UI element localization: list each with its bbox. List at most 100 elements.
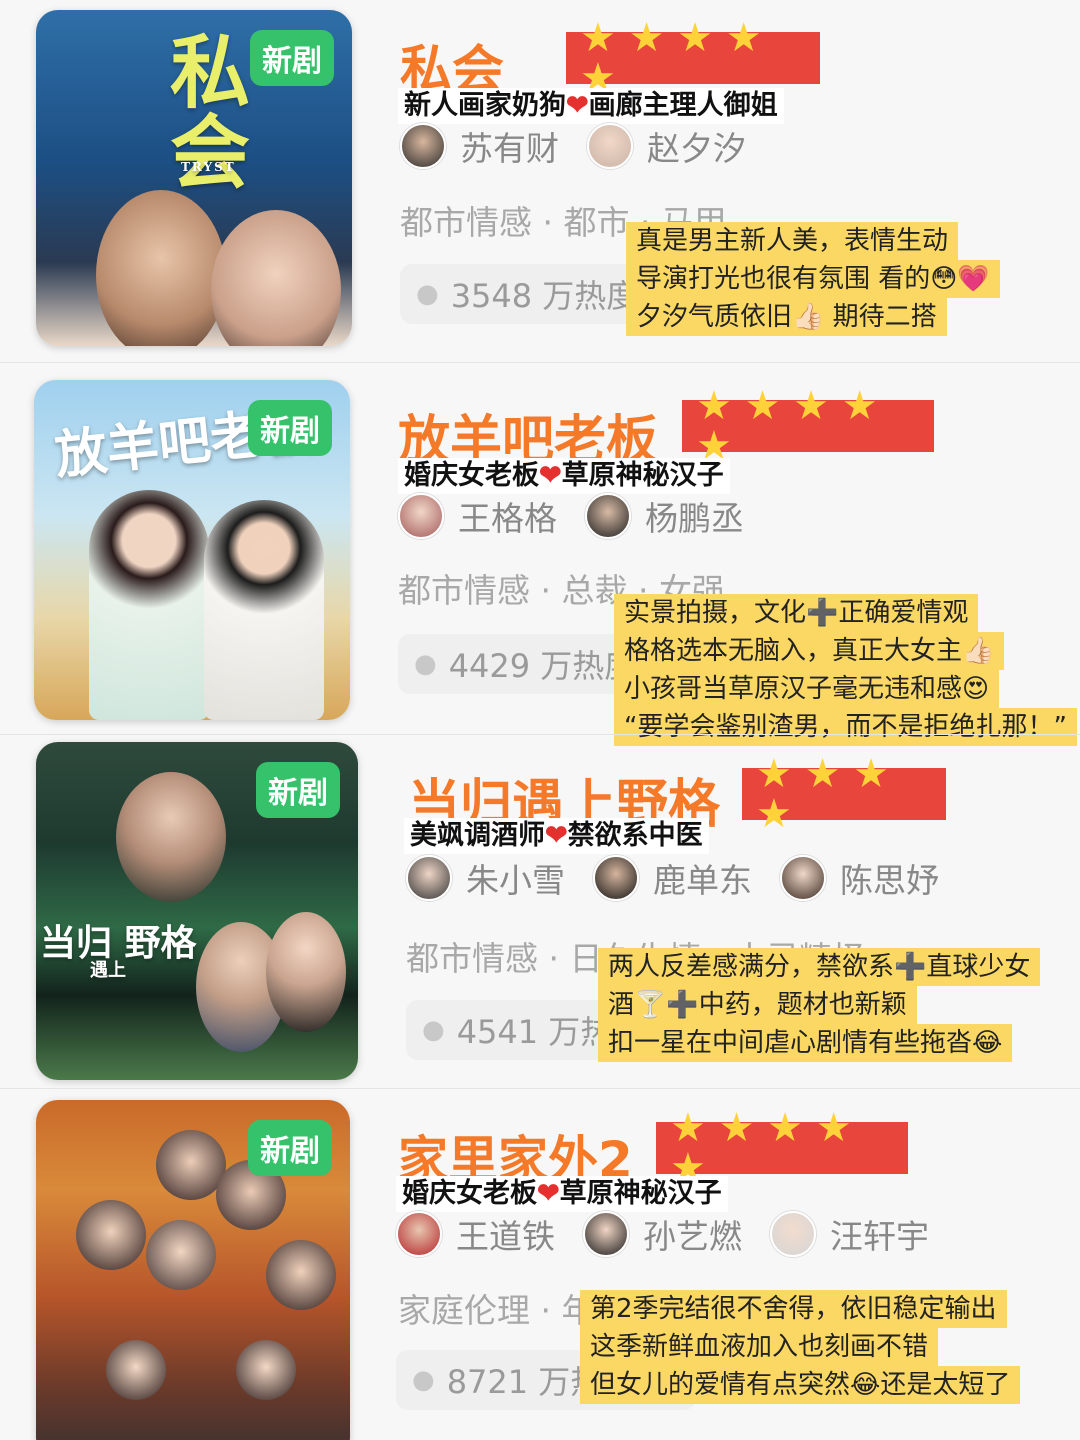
review-line: 两人反差感满分，禁欲系➕直球少女 — [598, 948, 1041, 986]
poster-figure — [236, 1340, 296, 1400]
cast-member[interactable]: 王道铁 — [396, 1210, 555, 1258]
cast-list: 苏有财 赵夕汐 — [400, 122, 774, 170]
divider — [0, 362, 1080, 363]
drama-entry-2[interactable]: 放羊吧老板 新剧 放羊吧老板 ★ ★ ★ ★ ★ 婚庆女老板❤草原神秘汉子 王格… — [0, 364, 1080, 746]
drama-poster[interactable]: 新剧 — [36, 1100, 350, 1440]
poster-subtitle: TRYST — [181, 160, 236, 174]
tagline-right: 画廊主理人御姐 — [588, 90, 778, 121]
cast-member[interactable]: 王格格 — [398, 492, 557, 540]
review-line: 格格选本无脑入，真正大女主👍🏻 — [614, 632, 1005, 670]
poster-figure-right — [266, 912, 346, 1032]
drama-poster[interactable]: 私会 TRYST 新剧 — [36, 10, 352, 346]
avatar — [587, 123, 633, 169]
avatar — [396, 1211, 442, 1257]
flame-icon: ● — [412, 1365, 435, 1395]
poster-figure — [146, 1220, 216, 1290]
star-icon: ★ ★ ★ ★ ★ — [580, 15, 762, 101]
review-line: 导演打光也很有氛围 看的😳💗 — [626, 260, 1000, 298]
review-line: 小孩哥当草原汉子毫无违和感😍 — [614, 670, 1000, 708]
review-line: 扣一星在中间虐心剧情有些拖沓😂 — [598, 1024, 1013, 1062]
tagline-right: 草原神秘汉子 — [559, 1178, 722, 1209]
actor-name: 朱小雪 — [466, 861, 565, 900]
flame-icon: ● — [414, 649, 437, 679]
tagline: 婚庆女老板❤草原神秘汉子 — [398, 458, 730, 494]
actor-name: 杨鹏丞 — [645, 499, 744, 538]
star-icon: ★ ★ ★ ★ — [756, 751, 890, 837]
heart-icon: ❤ — [539, 460, 562, 491]
drama-entry-3[interactable]: 当归 野格 遇上 新剧 当归遇上野格 ★ ★ ★ ★ 美飒调酒师❤禁欲系中医 朱… — [0, 736, 1080, 1086]
poster-figure-top — [116, 772, 226, 902]
review-comments: 第2季完结很不舍得，依旧稳定输出 这季新鲜血液加入也刻画不错 但女儿的爱情有点突… — [580, 1290, 1021, 1404]
avatar — [406, 855, 452, 901]
drama-poster[interactable]: 当归 野格 遇上 新剧 — [36, 742, 358, 1080]
cast-member[interactable]: 孙艺燃 — [583, 1210, 742, 1258]
review-line: 第2季完结很不舍得，依旧稳定输出 — [580, 1290, 1007, 1328]
cast-member[interactable]: 汪轩宇 — [770, 1210, 929, 1258]
avatar — [593, 855, 639, 901]
actor-name: 陈思妤 — [840, 861, 939, 900]
new-drama-badge: 新剧 — [250, 30, 334, 86]
cast-member[interactable]: 赵夕汐 — [587, 122, 746, 170]
heat-value: 3548 万热度 — [450, 277, 639, 315]
star-icon: ★ ★ ★ ★ ★ — [696, 383, 878, 469]
heart-icon: ❤ — [537, 1178, 560, 1209]
avatar — [583, 1211, 629, 1257]
actor-name: 孙艺燃 — [643, 1217, 742, 1256]
actor-name: 汪轩宇 — [830, 1217, 929, 1256]
tagline-left: 美飒调酒师 — [410, 820, 545, 851]
actor-name: 王格格 — [458, 499, 557, 538]
actor-name: 赵夕汐 — [647, 129, 746, 168]
rating-stars: ★ ★ ★ ★ ★ — [566, 18, 820, 98]
cast-list: 王格格 杨鹏丞 — [398, 492, 772, 540]
cast-member[interactable]: 鹿单东 — [593, 854, 752, 902]
heart-icon: ❤ — [566, 90, 589, 121]
cast-list: 朱小雪 鹿单东 陈思妤 — [406, 854, 967, 902]
poster-figure-right — [204, 500, 324, 720]
tagline-right: 禁欲系中医 — [567, 820, 703, 851]
review-line: 实景拍摄，文化➕正确爱情观 — [614, 594, 979, 632]
avatar — [400, 123, 446, 169]
new-drama-badge: 新剧 — [248, 1120, 332, 1176]
review-comments: 两人反差感满分，禁欲系➕直球少女 酒🍸➕中药，题材也新颖 扣一星在中间虐心剧情有… — [598, 948, 1041, 1062]
rating-stars: ★ ★ ★ ★ — [742, 754, 946, 834]
poster-figure — [266, 1240, 336, 1310]
review-line: 但女儿的爱情有点突然😂还是太短了 — [580, 1366, 1021, 1404]
cast-member[interactable]: 陈思妤 — [780, 854, 939, 902]
tagline: 婚庆女老板❤草原神秘汉子 — [396, 1176, 728, 1212]
avatar — [398, 493, 444, 539]
review-line: 这季新鲜血液加入也刻画不错 — [580, 1328, 939, 1366]
tagline-left: 婚庆女老板 — [404, 460, 539, 491]
actor-name: 苏有财 — [460, 129, 559, 168]
review-line: 酒🍸➕中药，题材也新颖 — [598, 986, 917, 1024]
actor-name: 鹿单东 — [653, 861, 752, 900]
review-comments: 真是男主新人美，表情生动 导演打光也很有氛围 看的😳💗 夕汐气质依旧👍🏻 期待二… — [626, 222, 1000, 336]
review-line: 夕汐气质依旧👍🏻 期待二搭 — [626, 298, 947, 336]
poster-figure-left — [89, 490, 209, 720]
poster-figure — [106, 1340, 166, 1400]
cast-member[interactable]: 杨鹏丞 — [585, 492, 744, 540]
heat-value: 4429 万热度 — [448, 647, 637, 685]
flame-icon: ● — [422, 1015, 445, 1045]
drama-entry-4[interactable]: 新剧 家里家外2 ★ ★ ★ ★ ★ 婚庆女老板❤草原神秘汉子 王道铁 孙艺燃 … — [0, 1090, 1080, 1440]
rating-stars: ★ ★ ★ ★ ★ — [682, 386, 934, 466]
poster-title-sub: 遇上 — [90, 960, 126, 981]
tagline-right: 草原神秘汉子 — [561, 460, 724, 491]
divider — [0, 734, 1080, 735]
cast-list: 王道铁 孙艺燃 汪轩宇 — [396, 1210, 957, 1258]
tagline: 美飒调酒师❤禁欲系中医 — [404, 818, 709, 854]
actor-name: 王道铁 — [456, 1217, 555, 1256]
cast-member[interactable]: 朱小雪 — [406, 854, 565, 902]
poster-figure — [76, 1200, 146, 1270]
flame-icon: ● — [416, 279, 439, 309]
review-line: 真是男主新人美，表情生动 — [626, 222, 959, 260]
heart-icon: ❤ — [545, 820, 568, 851]
tagline-left: 新人画家奶狗 — [404, 90, 566, 121]
drama-poster[interactable]: 放羊吧老板 新剧 — [34, 380, 350, 720]
poster-figure-left — [96, 190, 226, 346]
drama-entry-1[interactable]: 私会 TRYST 新剧 私会 ★ ★ ★ ★ ★ 新人画家奶狗❤画廊主理人御姐 … — [0, 0, 1080, 360]
cast-member[interactable]: 苏有财 — [400, 122, 559, 170]
new-drama-badge: 新剧 — [256, 762, 340, 818]
avatar — [770, 1211, 816, 1257]
avatar — [585, 493, 631, 539]
review-comments: 实景拍摄，文化➕正确爱情观 格格选本无脑入，真正大女主👍🏻 小孩哥当草原汉子毫无… — [614, 594, 1077, 746]
